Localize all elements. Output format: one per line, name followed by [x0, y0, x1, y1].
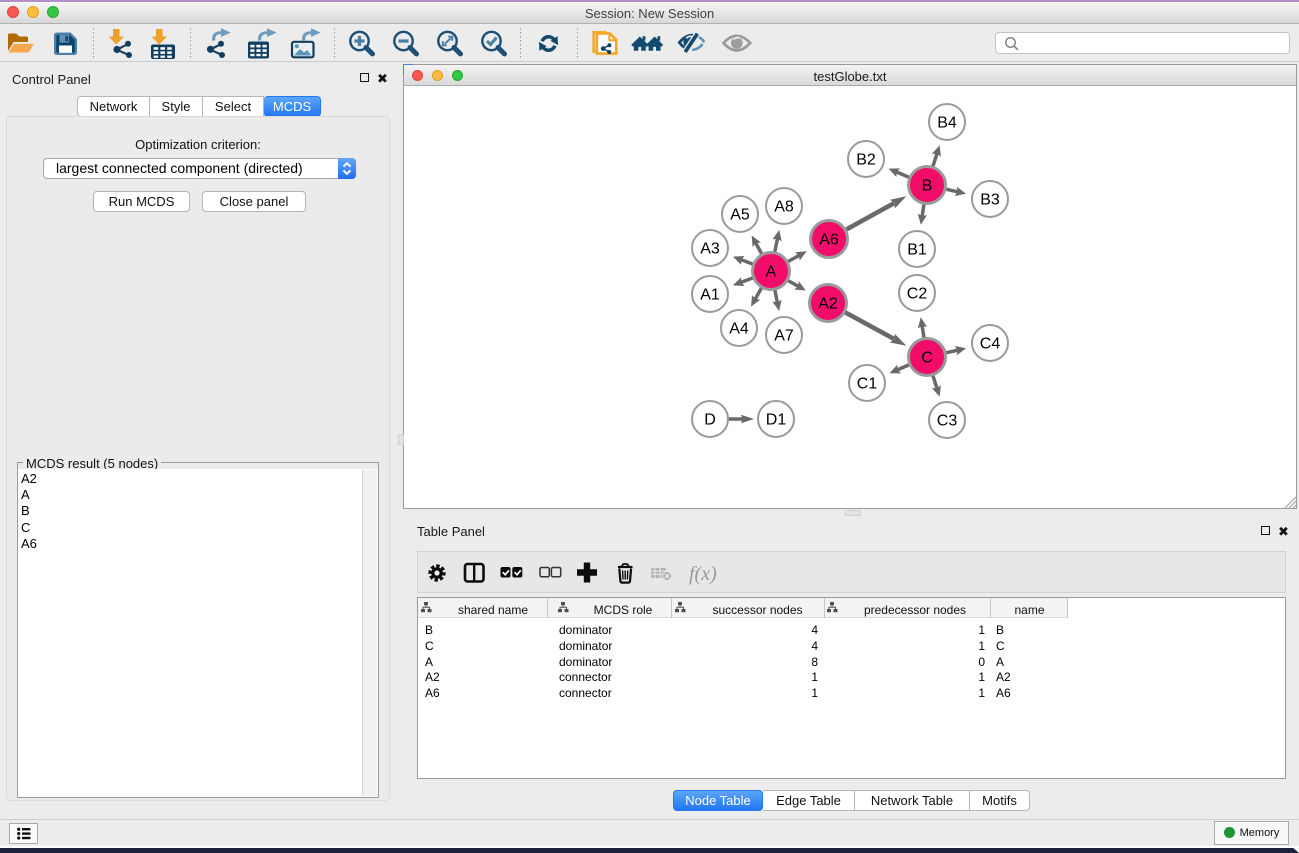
svg-text:A8: A8 [774, 199, 794, 216]
svg-text:A4: A4 [729, 321, 749, 338]
svg-text:A5: A5 [730, 207, 750, 224]
svg-text:A1: A1 [700, 287, 720, 304]
svg-text:B: B [922, 178, 933, 195]
svg-text:B1: B1 [907, 242, 927, 259]
svg-text:A6: A6 [819, 232, 839, 249]
svg-text:C1: C1 [857, 376, 878, 393]
svg-text:A2: A2 [818, 296, 838, 313]
svg-text:C2: C2 [907, 286, 928, 303]
svg-text:A7: A7 [774, 328, 794, 345]
svg-text:C: C [921, 350, 933, 367]
svg-text:C4: C4 [980, 336, 1001, 353]
svg-text:D1: D1 [766, 412, 787, 429]
svg-text:A3: A3 [700, 241, 720, 258]
svg-text:f(x): f(x) [689, 563, 717, 585]
svg-text:B4: B4 [937, 115, 957, 132]
svg-text:C3: C3 [937, 413, 958, 430]
svg-text:B2: B2 [856, 152, 876, 169]
svg-text:B3: B3 [980, 192, 1000, 209]
svg-text:D: D [704, 412, 716, 429]
svg-text:A: A [766, 264, 777, 281]
